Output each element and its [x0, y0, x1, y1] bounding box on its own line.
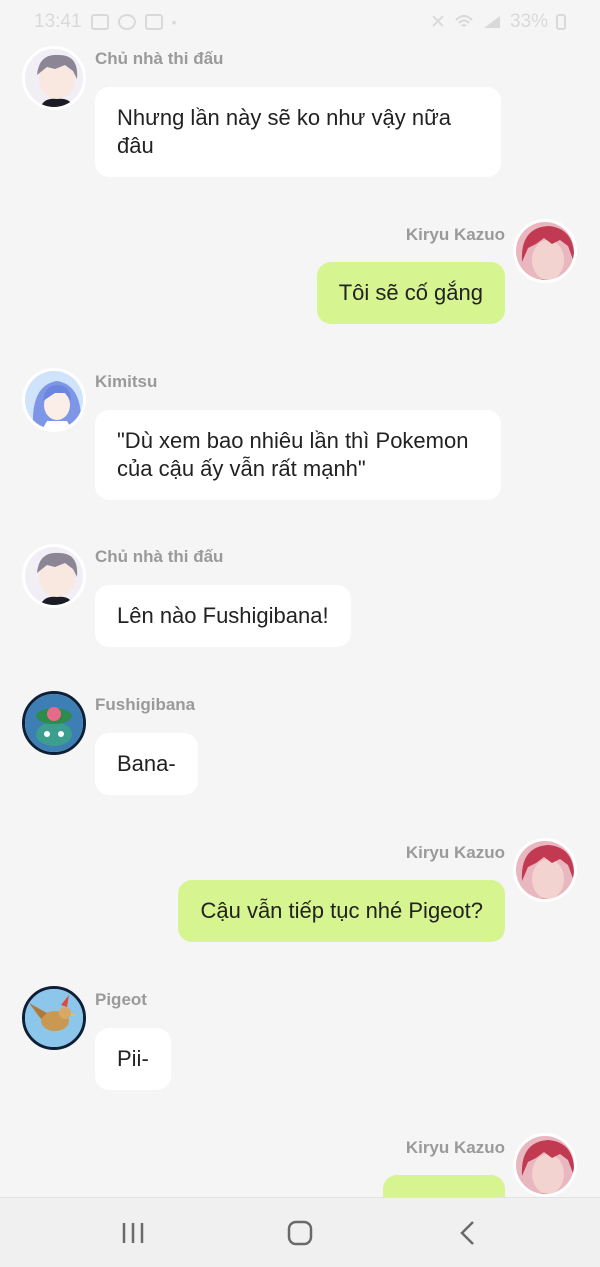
recent-apps-button[interactable] [113, 1216, 153, 1250]
kimitsu-avatar[interactable] [22, 368, 86, 432]
message-bubble[interactable]: Nhưng lần này sẽ ko như vậy nữa đâu [95, 87, 501, 177]
pigeot-avatar[interactable] [22, 986, 86, 1050]
kiryu-kazuo-avatar[interactable] [513, 1133, 577, 1197]
back-button[interactable] [448, 1216, 488, 1250]
gym-leader-avatar[interactable] [22, 46, 86, 110]
gym-leader-avatar[interactable] [22, 544, 86, 608]
chat-list[interactable]: Chủ nhà thi đấu Nhưng lần này sẽ ko như … [0, 0, 600, 1197]
sender-name: Pigeot [95, 990, 147, 1009]
kiryu-kazuo-avatar[interactable] [513, 219, 577, 283]
message-bubble[interactable]: Bana- [95, 733, 198, 795]
gym-leader-avatar-art [25, 547, 83, 605]
sender-name: Kiryu Kazuo [405, 1138, 505, 1157]
message-bubble[interactable]: Cậu vẫn tiếp tục nhé Pigeot? [178, 880, 505, 942]
message-bubble[interactable]: "Dù xem bao nhiêu lần thì Pokemon của cậ… [95, 410, 501, 500]
sender-name: Kimitsu [95, 372, 158, 391]
sender-name: Chủ nhà thi đấu [95, 547, 224, 566]
fushigibana-avatar-art [25, 694, 83, 752]
kiryu-kazuo-avatar-art [516, 1136, 574, 1194]
message-bubble[interactable]: Tôi sẽ cố gắng [316, 262, 505, 324]
navigation-bar [0, 1197, 600, 1267]
back-icon [460, 1221, 474, 1245]
home-button[interactable] [280, 1216, 320, 1250]
recent-apps-icon [122, 1223, 144, 1243]
kimitsu-avatar-art [25, 371, 83, 429]
sender-name: Chủ nhà thi đấu [95, 49, 224, 68]
kiryu-kazuo-avatar-art [516, 222, 574, 280]
message-bubble[interactable]: Pii- [95, 1028, 171, 1090]
pigeot-avatar-art [25, 989, 83, 1047]
home-icon [287, 1220, 313, 1246]
sender-name: Kiryu Kazuo [405, 225, 505, 244]
fushigibana-avatar[interactable] [22, 691, 86, 755]
message-bubble[interactable] [383, 1175, 505, 1197]
sender-name: Fushigibana [95, 695, 196, 714]
message-bubble[interactable]: Lên nào Fushigibana! [95, 585, 351, 647]
kiryu-kazuo-avatar-art [516, 841, 574, 899]
sender-name: Kiryu Kazuo [405, 843, 505, 862]
kiryu-kazuo-avatar[interactable] [513, 838, 577, 902]
gym-leader-avatar-art [25, 49, 83, 107]
